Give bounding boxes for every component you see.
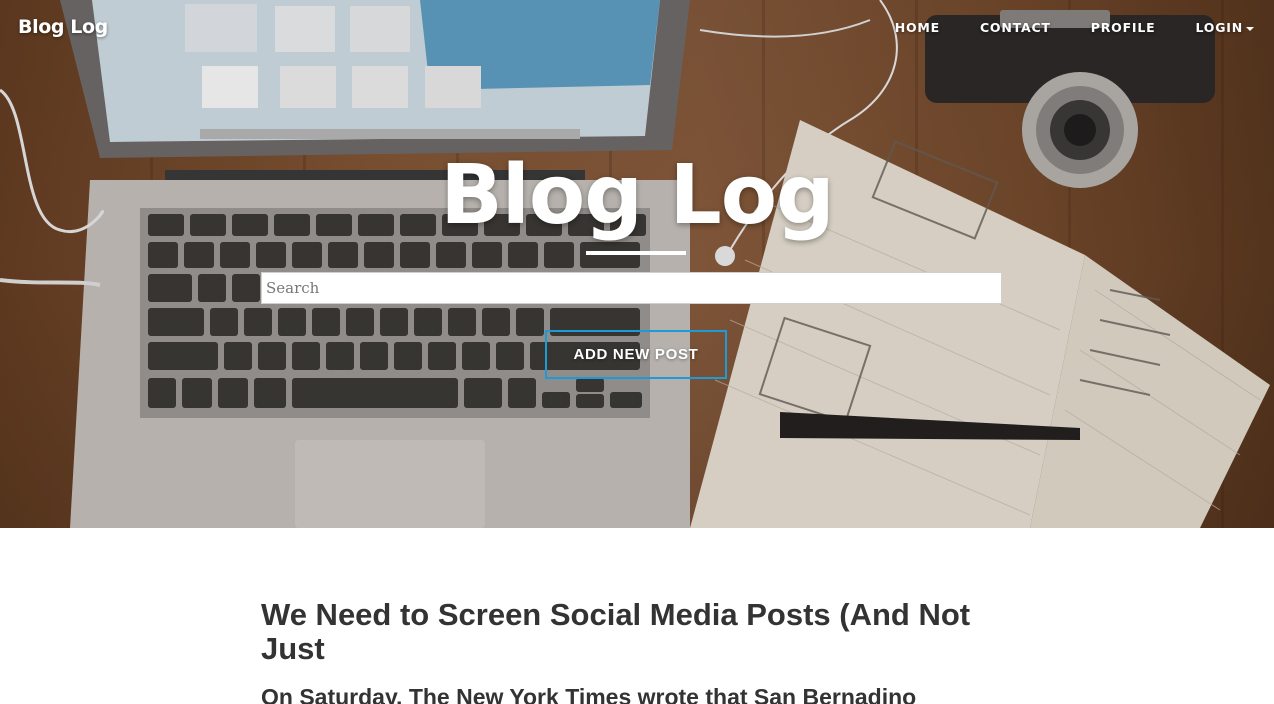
post-title[interactable]: We Need to Screen Social Media Posts (An… [261, 598, 1021, 666]
post-subtitle: On Saturday, The New York Times wrote th… [261, 684, 917, 704]
brand-logo[interactable]: Blog Log [18, 16, 108, 38]
nav-profile[interactable]: PROFILE [1091, 20, 1156, 35]
hero-banner: Blog Log HOME CONTACT PROFILE LOGIN Blog… [0, 0, 1274, 528]
nav-login[interactable]: LOGIN [1195, 20, 1254, 35]
title-divider [586, 251, 686, 255]
nav-home[interactable]: HOME [895, 20, 940, 35]
add-new-post-button[interactable]: ADD NEW POST [545, 330, 727, 379]
post-preview: We Need to Screen Social Media Posts (An… [261, 598, 1021, 704]
main-nav: HOME CONTACT PROFILE LOGIN [895, 20, 1254, 35]
hero-title: Blog Log [440, 148, 834, 243]
hero-overlay [0, 0, 1274, 528]
search-input[interactable] [261, 272, 1002, 304]
nav-login-label: LOGIN [1195, 20, 1243, 35]
nav-contact[interactable]: CONTACT [980, 20, 1051, 35]
caret-down-icon [1246, 26, 1254, 31]
